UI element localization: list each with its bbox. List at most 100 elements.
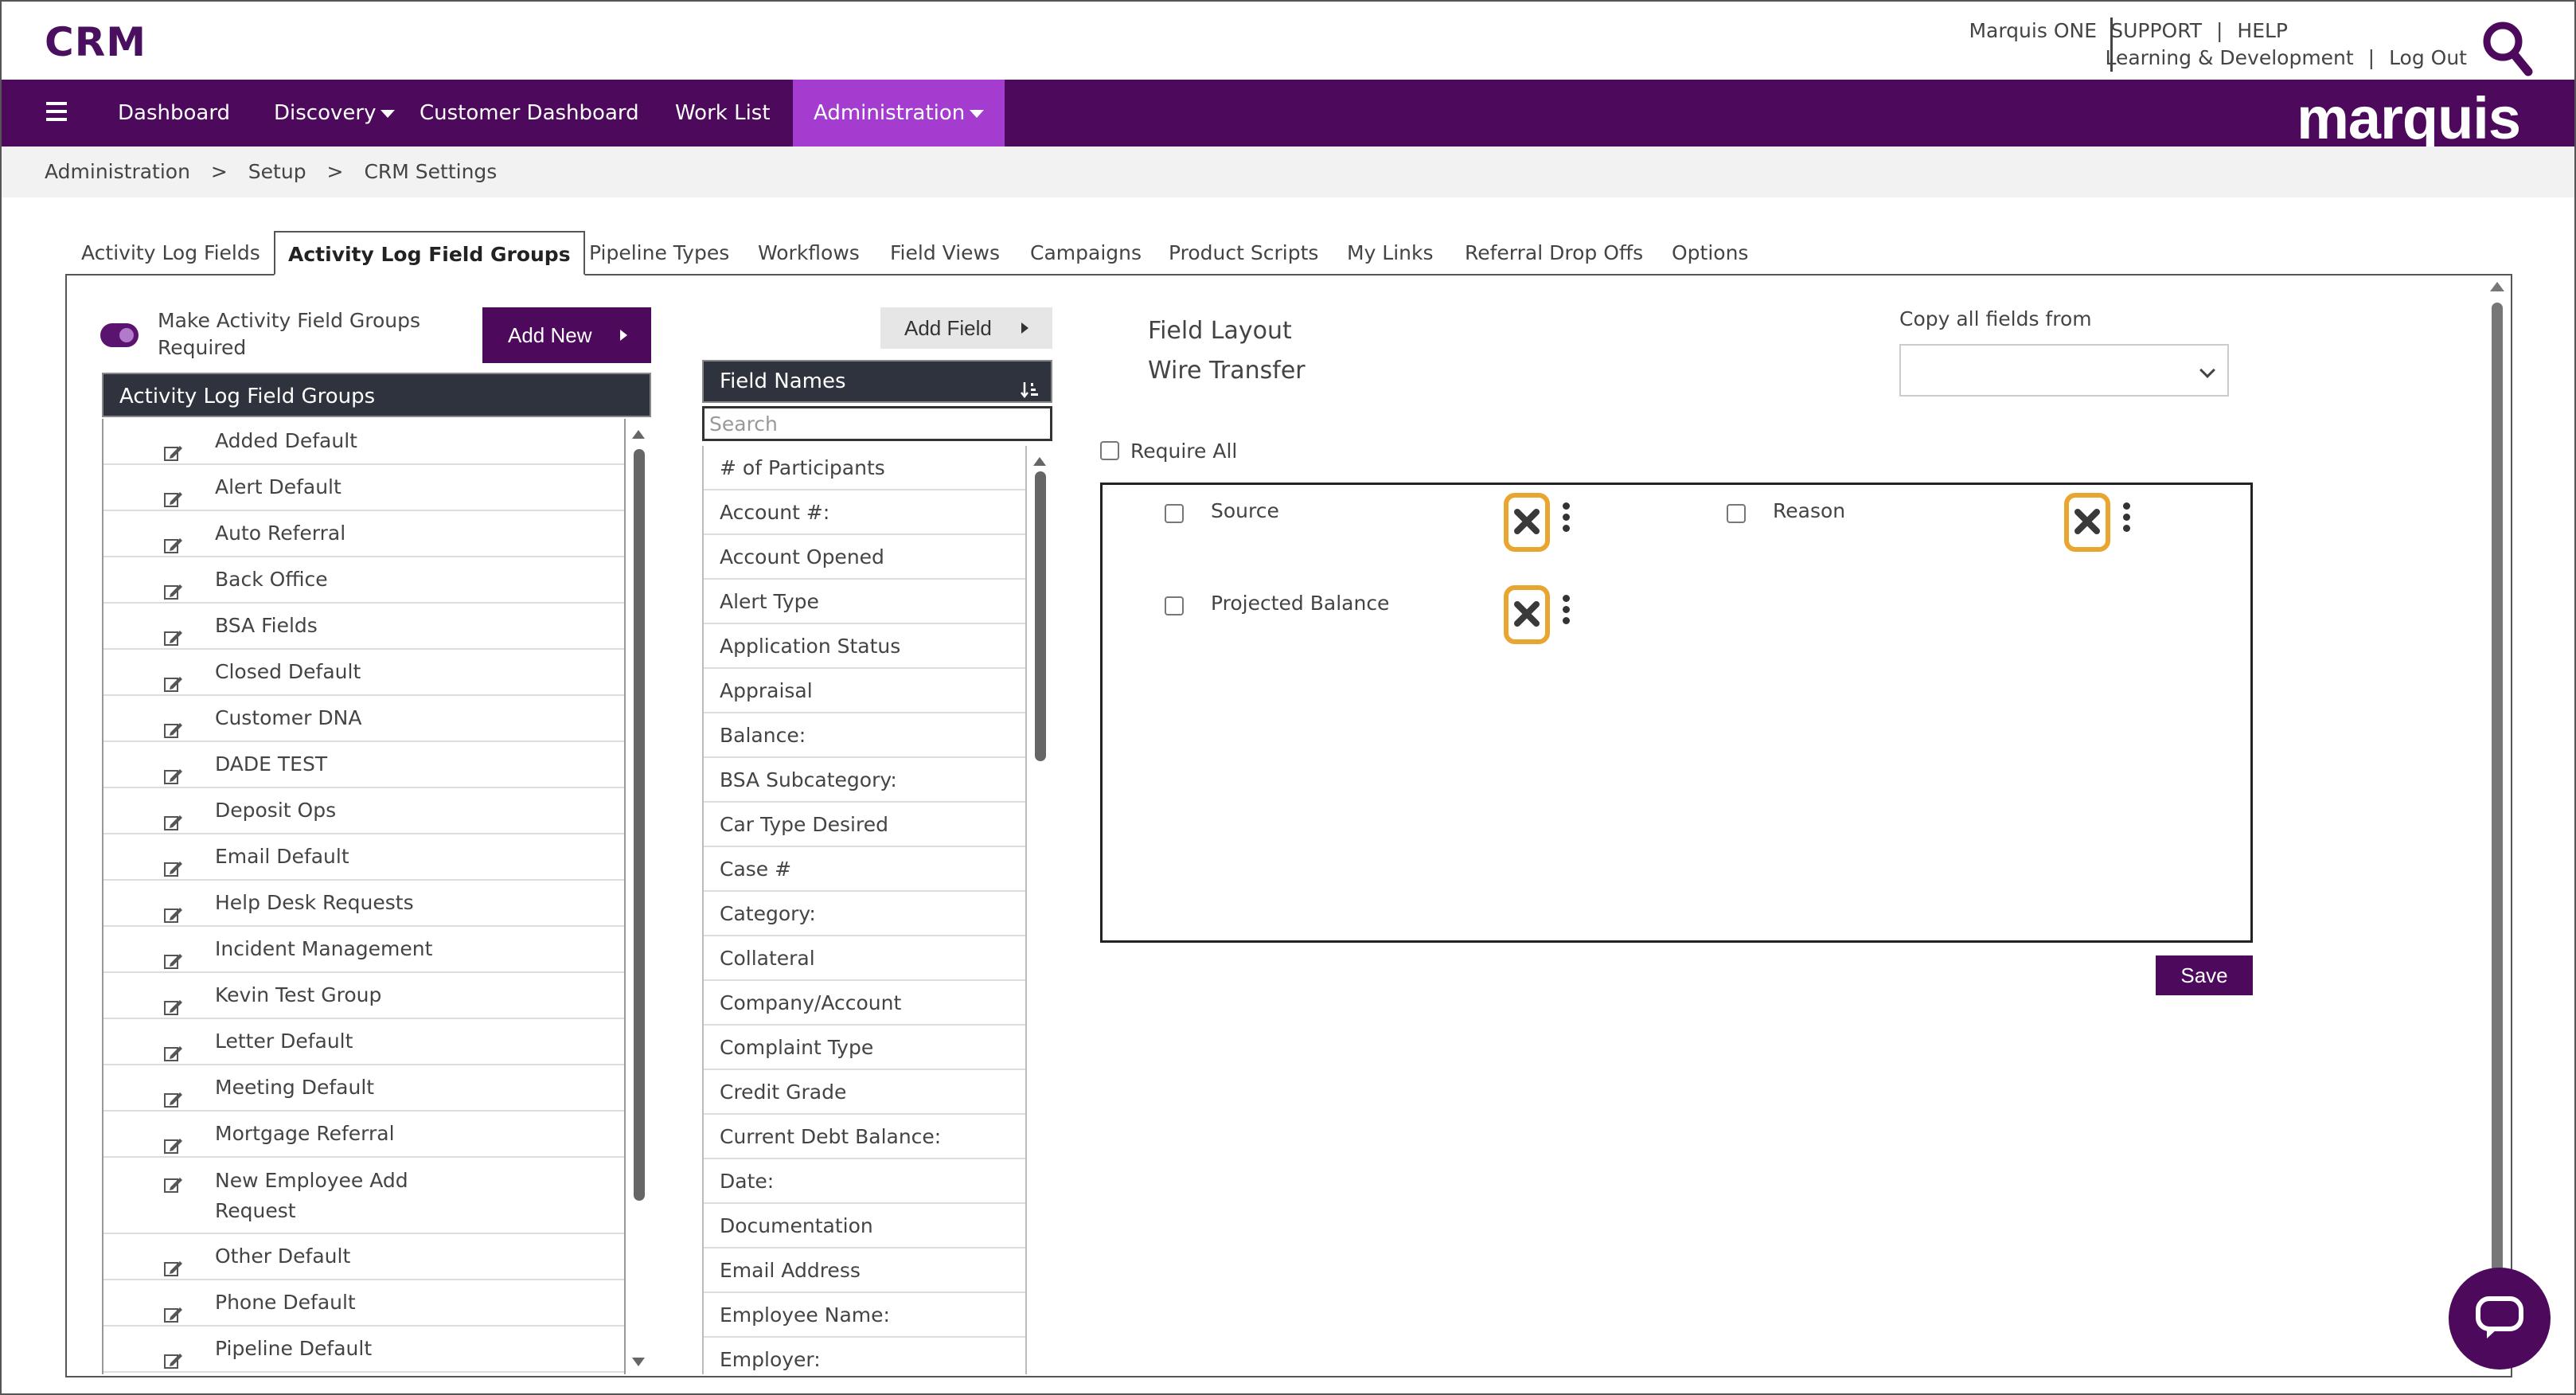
field-item[interactable]: Documentation [704,1204,1025,1248]
group-item[interactable]: Help Desk Requests [103,881,624,927]
panel-scrollbar[interactable] [2482,275,2511,1376]
group-item[interactable]: BSA Fields [103,604,624,650]
scroll-up-icon[interactable] [1033,457,1046,466]
scrollbar-thumb[interactable] [1035,471,1046,761]
edit-icon[interactable] [164,1126,183,1154]
group-item[interactable]: New Employee Add Request [103,1158,624,1234]
field-item[interactable]: Employer: [704,1338,1025,1374]
scroll-down-icon[interactable] [632,1358,645,1366]
edit-icon[interactable] [164,1295,183,1323]
remove-field-close-icon[interactable] [1504,493,1550,552]
edit-icon[interactable] [164,710,183,738]
group-item[interactable]: Added Default [103,419,624,465]
logout-link[interactable]: Log Out [2389,46,2467,69]
field-required-checkbox[interactable] [1165,504,1184,523]
sort-icon[interactable] [1021,373,1040,399]
save-button[interactable]: Save [2156,955,2253,995]
support-link[interactable]: SUPPORT [2110,19,2202,42]
breadcrumb-administration[interactable]: Administration [45,160,190,183]
group-item[interactable]: Auto Referral [103,511,624,557]
field-item[interactable]: Employee Name: [704,1293,1025,1338]
field-item[interactable]: Email Address [704,1248,1025,1293]
tab-referral-drop-offs[interactable]: Referral Drop Offs [1465,231,1643,275]
group-item[interactable]: Customer DNA [103,696,624,742]
field-item[interactable]: Account #: [704,490,1025,535]
group-item[interactable]: Incident Management [103,927,624,973]
field-item[interactable]: Current Debt Balance: [704,1115,1025,1159]
edit-icon[interactable] [164,664,183,692]
edit-icon[interactable] [164,479,183,507]
search-icon[interactable] [2479,18,2535,77]
field-item[interactable]: Alert Type [704,580,1025,624]
edit-icon[interactable] [164,1341,183,1369]
tab-product-scripts[interactable]: Product Scripts [1169,231,1318,275]
drag-handle-icon[interactable] [2123,502,2131,534]
field-item[interactable]: BSA Subcategory: [704,758,1025,803]
group-item[interactable]: Deposit Ops [103,788,624,834]
edit-icon[interactable] [164,849,183,877]
tab-campaigns[interactable]: Campaigns [1030,231,1142,275]
field-required-checkbox[interactable] [1165,596,1184,615]
edit-icon[interactable] [164,572,183,600]
field-item[interactable]: Application Status [704,624,1025,669]
drag-handle-icon[interactable] [1563,502,1571,534]
field-item[interactable]: Credit Grade [704,1070,1025,1115]
layout-field-source[interactable]: Source [1211,499,1279,522]
group-item[interactable]: DADE TEST [103,742,624,788]
group-item[interactable]: Closed Default [103,650,624,696]
field-item[interactable]: Date: [704,1159,1025,1204]
field-search-input[interactable] [702,406,1052,441]
required-groups-toggle[interactable] [100,323,139,347]
hamburger-menu-icon[interactable] [46,102,67,123]
remove-field-close-icon[interactable] [1504,585,1550,644]
fields-scrollbar[interactable] [1027,446,1052,1374]
field-item[interactable]: Appraisal [704,669,1025,713]
tab-options[interactable]: Options [1672,231,1748,275]
field-item[interactable]: Complaint Type [704,1026,1025,1070]
field-item[interactable]: Case # [704,847,1025,892]
edit-icon[interactable] [164,433,183,461]
help-link[interactable]: HELP [2237,19,2288,42]
nav-dashboard[interactable]: Dashboard [118,80,230,147]
nav-discovery[interactable]: Discovery [274,80,396,147]
copy-fields-select[interactable] [1899,344,2229,397]
edit-icon[interactable] [164,526,183,553]
group-item[interactable]: Meeting Default [103,1065,624,1112]
tab-field-views[interactable]: Field Views [890,231,1000,275]
edit-icon[interactable] [164,1248,183,1276]
group-item[interactable]: Kevin Test Group [103,973,624,1019]
group-item[interactable]: Alert Default [103,465,624,511]
edit-icon[interactable] [164,803,183,830]
remove-field-close-icon[interactable] [2064,493,2110,552]
require-all-checkbox[interactable] [1100,441,1119,460]
tab-my-links[interactable]: My Links [1347,231,1434,275]
group-item[interactable]: Phone Default [103,1280,624,1327]
field-item[interactable]: Account Opened [704,535,1025,580]
field-required-checkbox[interactable] [1727,504,1746,523]
breadcrumb-setup[interactable]: Setup [248,160,306,183]
group-item[interactable]: Email Default [103,834,624,881]
edit-icon[interactable] [164,756,183,784]
add-new-button[interactable]: Add New [482,307,651,363]
chat-icon[interactable] [2449,1268,2551,1370]
add-field-button[interactable]: Add Field [880,307,1052,349]
nav-administration[interactable]: Administration [793,80,1005,147]
edit-icon[interactable] [164,987,183,1015]
scrollbar-thumb[interactable] [634,449,645,1201]
edit-icon[interactable] [164,618,183,646]
tab-pipeline-types[interactable]: Pipeline Types [589,231,729,275]
groups-scrollbar[interactable] [626,419,651,1374]
marquis-one-link[interactable]: Marquis ONE [1969,19,2097,42]
field-item[interactable]: Collateral [704,936,1025,981]
edit-icon[interactable] [164,895,183,923]
field-item[interactable]: # of Participants [704,446,1025,490]
group-item[interactable]: Letter Default [103,1019,624,1065]
field-item[interactable]: Category: [704,892,1025,936]
edit-icon[interactable] [164,1080,183,1108]
group-item[interactable]: Other Default [103,1234,624,1280]
scrollbar-thumb[interactable] [2492,303,2503,1330]
edit-icon[interactable] [164,1172,183,1193]
tab-activity-log-field-groups[interactable]: Activity Log Field Groups [274,231,585,275]
layout-field-reason[interactable]: Reason [1773,499,1845,522]
drag-handle-icon[interactable] [1563,595,1571,627]
